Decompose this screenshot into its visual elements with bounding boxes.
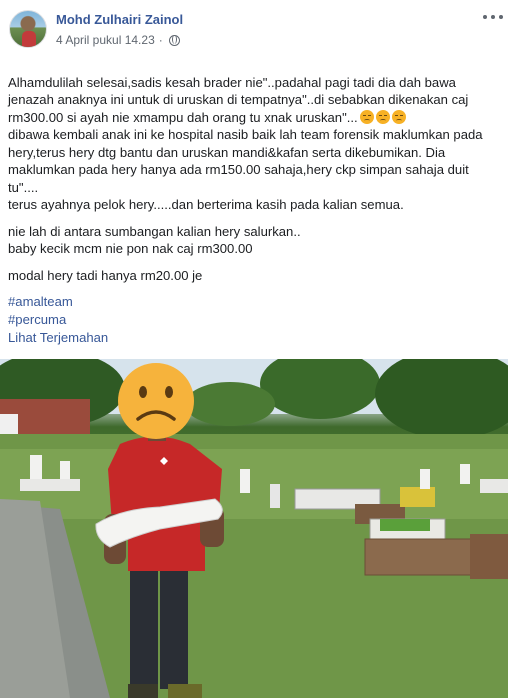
pensive-face-icon: [391, 109, 406, 124]
emoji-eye: [165, 386, 173, 398]
tree: [375, 359, 508, 439]
bench: [364, 538, 476, 576]
post-paragraph: modal hery tadi hanya rm20.00 je: [8, 267, 203, 283]
post-paragraph-text: dibawa kembali anak ini ke hospital nasi…: [8, 127, 483, 195]
hashtag-link[interactable]: #percuma: [8, 311, 502, 329]
post-paragraph: nie lah di antara sumbangan kalian hery …: [8, 223, 301, 239]
grave: [470, 534, 508, 579]
post-text: Alhamdulilah selesai,sadis kesah brader …: [8, 56, 502, 328]
post-meta: 4 April pukul 14.23 ·: [56, 33, 180, 47]
meta-separator: ·: [158, 33, 163, 47]
cemetery-photo: [0, 359, 508, 698]
grave: [480, 479, 508, 493]
grass: [380, 519, 430, 531]
shoe: [128, 684, 158, 698]
facebook-post: Mohd Zulhairi Zainol 4 April pukul 14.23…: [0, 0, 508, 698]
pensive-face-icon: [359, 109, 374, 124]
emoji-eye: [139, 386, 147, 398]
post-paragraph: Alhamdulilah selesai,sadis kesah brader …: [8, 56, 502, 196]
pensive-face-icon: [375, 109, 390, 124]
headstone: [270, 484, 280, 508]
jeans: [160, 564, 188, 689]
hashtag-link[interactable]: #amalteam: [8, 293, 502, 311]
grave: [20, 479, 80, 491]
post-timestamp[interactable]: 4 April pukul 14.23: [56, 33, 155, 47]
emoji-face: [118, 363, 194, 439]
jeans: [130, 564, 158, 689]
post-photo[interactable]: [0, 359, 508, 698]
post-paragraph: baby kecik mcm nie pon nak caj rm300.00: [8, 241, 253, 256]
shoe: [168, 684, 202, 698]
tree: [185, 382, 275, 426]
author-name[interactable]: Mohd Zulhairi Zainol: [56, 12, 183, 27]
sad-face-icon: [118, 363, 194, 439]
author-avatar[interactable]: [9, 10, 47, 48]
more-options-icon[interactable]: [483, 10, 503, 24]
post-header: Mohd Zulhairi Zainol 4 April pukul 14.23…: [0, 0, 508, 58]
globe-icon[interactable]: [168, 34, 180, 46]
headstone: [460, 464, 470, 484]
headstone: [240, 469, 250, 493]
flowers: [400, 487, 435, 507]
headstone: [420, 469, 430, 489]
see-translation-link[interactable]: Lihat Terjemahan: [8, 330, 108, 345]
post-paragraph: terus ayahnya pelok hery.....dan berteri…: [8, 197, 404, 212]
